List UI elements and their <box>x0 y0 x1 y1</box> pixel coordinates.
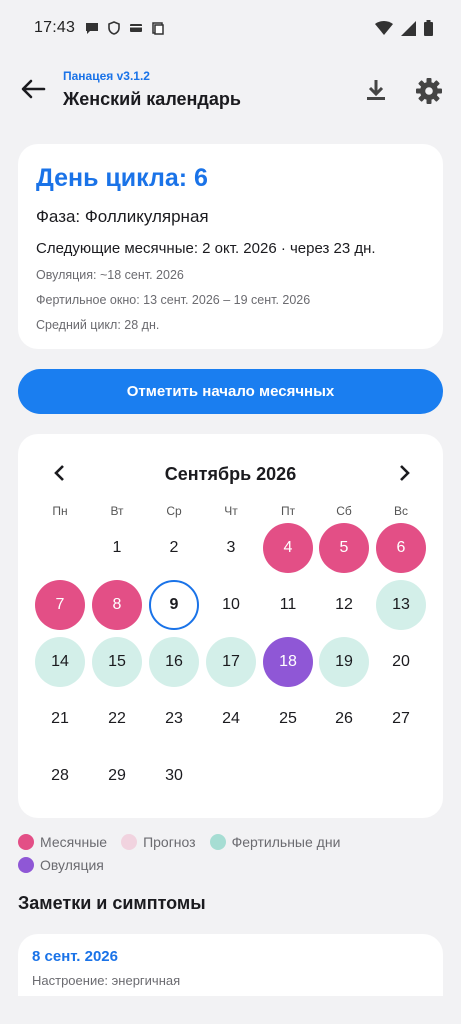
calendar-day-normal[interactable]: 21 <box>35 694 85 744</box>
calendar-day-normal[interactable]: 10 <box>206 580 256 630</box>
calendar-day-normal[interactable]: 26 <box>319 694 369 744</box>
notes-section-title: Заметки и симптомы <box>18 893 206 913</box>
calendar-day-ovulation[interactable]: 18 <box>263 637 313 687</box>
legend-period: Месячные <box>18 834 107 850</box>
calendar-day-fertile[interactable]: 14 <box>35 637 85 687</box>
calendar-day-normal[interactable]: 11 <box>263 580 313 630</box>
calendar-day-normal[interactable]: 23 <box>149 694 199 744</box>
legend-row-2: Овуляция <box>18 857 118 873</box>
next-period: Следующие месячные: 2 окт. 2026 · через … <box>36 240 376 257</box>
calendar-day-period[interactable]: 4 <box>263 523 313 573</box>
wifi-icon <box>375 20 393 35</box>
calendar-day-normal[interactable]: 2 <box>149 523 199 573</box>
calendar-day-period[interactable]: 5 <box>319 523 369 573</box>
calendar-card: Сентябрь 2026 Пн Вт Ср Чт Пт Сб Вс 1 2 3 4 5 6 7 8 9 10 1… <box>18 434 443 818</box>
calendar-day-period[interactable]: 8 <box>92 580 142 630</box>
battery-icon <box>424 20 433 36</box>
calendar-day-normal[interactable]: 1 <box>92 523 142 573</box>
app-bar: Панацея v3.1.2 Женский календарь <box>0 62 461 122</box>
calendar-month-title: Сентябрь 2026 <box>164 464 297 484</box>
ovulation-dot-icon <box>18 857 34 873</box>
calendar-day-period[interactable]: 6 <box>376 523 426 573</box>
shield-icon <box>108 21 120 35</box>
copy-icon <box>152 22 164 35</box>
status-time: 17:43 <box>34 19 76 36</box>
download-icon[interactable] <box>362 76 390 104</box>
calendar-day-period[interactable]: 7 <box>35 580 85 630</box>
legend-ovulation: Овуляция <box>18 857 104 873</box>
page-title: Женский календарь <box>63 89 241 109</box>
legend-forecast: Прогноз <box>121 834 196 850</box>
cycle-day-label: День цикла: 6 <box>36 164 208 192</box>
calendar-day-fertile[interactable]: 17 <box>206 637 256 687</box>
calendar-day-normal[interactable]: 12 <box>319 580 369 630</box>
weekday-label: Пн <box>52 504 68 518</box>
weekday-label: Пт <box>280 504 296 518</box>
calendar-day-fertile[interactable]: 19 <box>319 637 369 687</box>
calendar-day-normal[interactable]: 20 <box>376 637 426 687</box>
signal-icon <box>401 20 416 36</box>
calendar-day-fertile[interactable]: 13 <box>376 580 426 630</box>
legend-ovulation-label: Овуляция <box>40 857 104 873</box>
weekday-label: Вс <box>393 504 408 518</box>
note-text: Настроение: энергичная <box>32 973 181 988</box>
cycle-info-card: День цикла: 6 Фаза: Фолликулярная Следую… <box>18 144 443 349</box>
calendar-day-normal[interactable]: 28 <box>35 751 85 801</box>
cycle-phase: Фаза: Фолликулярная <box>36 207 209 226</box>
calendar-day-normal[interactable]: 25 <box>263 694 313 744</box>
gear-icon[interactable] <box>414 76 444 106</box>
calendar-day-fertile[interactable]: 16 <box>149 637 199 687</box>
legend-fertile: Фертильные дни <box>209 834 341 850</box>
chat-icon <box>86 23 99 34</box>
ovulation-info: Овуляция: ~18 сент. 2026 <box>36 268 184 282</box>
calendar-day-fertile[interactable]: 15 <box>92 637 142 687</box>
status-bar: 17:43 <box>0 0 461 56</box>
legend-period-label: Месячные <box>40 834 108 850</box>
weekday-label: Чт <box>224 504 238 518</box>
forecast-dot-icon <box>121 834 138 850</box>
calendar-day-normal[interactable]: 27 <box>376 694 426 744</box>
calendar-day-normal[interactable]: 3 <box>206 523 256 573</box>
app-version: Панацея v3.1.2 <box>63 69 150 83</box>
period-dot-icon <box>18 834 34 850</box>
legend-forecast-label: Прогноз <box>143 834 196 850</box>
note-date: 8 сент. 2026 <box>32 948 118 965</box>
average-cycle-info: Средний цикл: 28 дн. <box>36 318 160 332</box>
mark-period-start-button[interactable]: Отметить начало месячных <box>18 369 443 414</box>
system-nav-bar <box>0 996 461 1024</box>
calendar-day-today[interactable]: 9 <box>149 580 199 630</box>
calendar-day-normal[interactable]: 29 <box>92 751 142 801</box>
chevron-right-icon[interactable] <box>394 462 414 484</box>
calendar-day-normal[interactable]: 24 <box>206 694 256 744</box>
card-icon <box>130 24 143 32</box>
weekday-label: Вт <box>110 504 124 518</box>
weekday-label: Ср <box>166 504 182 518</box>
fertile-window-info: Фертильное окно: 13 сент. 2026 – 19 сент… <box>36 293 311 307</box>
legend-row-1: Месячные Прогноз Фертильные дни <box>18 834 354 850</box>
back-arrow-icon[interactable] <box>18 74 48 104</box>
legend-fertile-label: Фертильные дни <box>231 834 341 850</box>
weekday-label: Сб <box>336 504 352 518</box>
calendar-day-normal[interactable]: 30 <box>149 751 199 801</box>
fertile-dot-icon <box>209 834 226 850</box>
calendar-day-normal[interactable]: 22 <box>92 694 142 744</box>
